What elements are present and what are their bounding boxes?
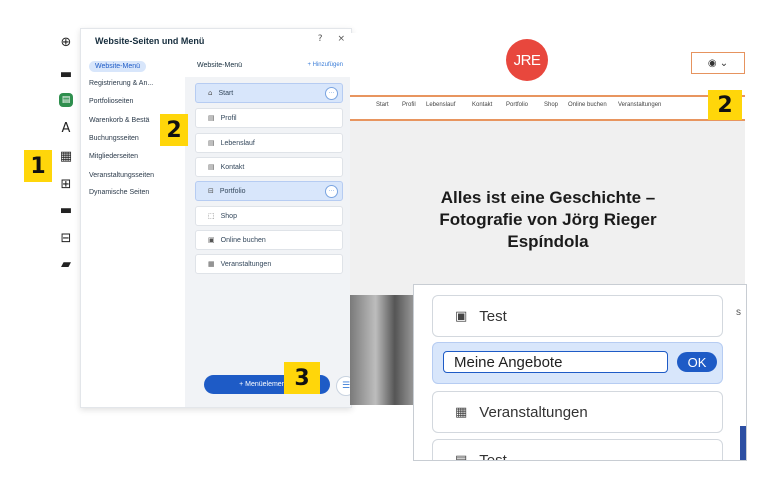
menu-item-kontakt[interactable]: ▤ Kontakt bbox=[195, 157, 343, 177]
more-options-icon[interactable]: ··· bbox=[325, 87, 338, 100]
business-icon[interactable]: ⊞ bbox=[52, 174, 80, 194]
category-dynamic[interactable]: Dynamische Seiten bbox=[89, 189, 149, 196]
nav-link[interactable]: Kontakt bbox=[472, 102, 492, 108]
menu-item-label: Lebenslauf bbox=[220, 139, 255, 147]
category-website-menu[interactable]: Website-Menü bbox=[89, 61, 147, 72]
page-icon: ▤ bbox=[208, 114, 215, 122]
category-registration[interactable]: Registrierung & An... bbox=[89, 80, 153, 87]
category-cart[interactable]: Warenkorb & Bestä bbox=[89, 117, 149, 124]
panel-header-actions: ? × bbox=[306, 34, 345, 44]
page-category-list: Website-Menü Registrierung & An... Portf… bbox=[81, 55, 185, 407]
headline-line: Espíndola bbox=[507, 232, 589, 251]
menu-item-shop[interactable]: ⬚ Shop bbox=[195, 206, 343, 226]
add-link[interactable]: + Hinzufügen bbox=[307, 62, 343, 68]
home-icon: ⌂ bbox=[208, 89, 213, 97]
headline-line: Fotografie von Jörg Rieger bbox=[439, 210, 657, 229]
site-nav: Start Profil Lebenslauf Kontakt Portfoli… bbox=[350, 95, 745, 121]
apps-icon[interactable]: ▦ bbox=[52, 146, 80, 166]
menu-item-veranstaltungen[interactable]: ▦ Veranstaltungen bbox=[195, 254, 343, 274]
bag-icon: ⬚ bbox=[208, 212, 215, 220]
menu-item-label: Test bbox=[479, 307, 507, 325]
menu-item-label: Start bbox=[218, 89, 234, 97]
step-badge-2: 2 bbox=[708, 90, 742, 120]
menu-item-label: Shop bbox=[220, 212, 237, 220]
rename-input[interactable]: Meine Angebote bbox=[443, 351, 668, 373]
page-icon: ▤ bbox=[208, 163, 215, 171]
nav-link[interactable]: Portfolio bbox=[506, 102, 528, 108]
panel-title: Website-Seiten und Menü bbox=[95, 36, 205, 46]
step-badge-3: 3 bbox=[284, 362, 320, 394]
calendar-icon: ▣ bbox=[455, 308, 468, 324]
portfolio-icon[interactable]: ▰ bbox=[52, 254, 80, 274]
menu-item-test[interactable]: ▣ Test bbox=[432, 295, 723, 337]
help-icon[interactable]: ? bbox=[318, 34, 323, 44]
category-events[interactable]: Veranstaltungsseiten bbox=[89, 172, 154, 179]
menu-item-veranstaltungen[interactable]: ▦ Veranstaltungen bbox=[432, 391, 723, 433]
menu-header-title: Website-Menü bbox=[197, 62, 243, 69]
menu-item-label: Profil bbox=[220, 114, 237, 122]
menu-item-label: Veranstaltungen bbox=[479, 403, 588, 421]
zoom-inset: ▣ Test Meine Angebote OK ▦ Veranstaltung… bbox=[413, 284, 747, 461]
menu-header: Website-Menü + Hinzufügen bbox=[185, 55, 351, 77]
editor-icon-rail: ⊕ ▬ ▤ A ▦ ⊞ ▬ ⊟ ▰ bbox=[52, 28, 80, 408]
close-icon[interactable]: × bbox=[337, 34, 345, 44]
events-icon: ▦ bbox=[208, 260, 215, 268]
headline-line: Alles ist eine Geschichte – bbox=[440, 188, 656, 207]
menu-item-portfolio[interactable]: ⊟ Portfolio ··· bbox=[195, 181, 343, 201]
design-icon[interactable]: A bbox=[52, 118, 80, 138]
edge-bar bbox=[740, 426, 746, 460]
menu-item-label: Veranstaltungen bbox=[220, 260, 272, 268]
nav-link[interactable]: Veranstaltungen bbox=[618, 102, 661, 108]
nav-link[interactable]: Profil bbox=[402, 102, 416, 108]
menu-item-lebenslauf[interactable]: ▤ Lebenslauf bbox=[195, 133, 343, 153]
nav-link[interactable]: Lebenslauf bbox=[426, 102, 455, 108]
menu-item-online-buchen[interactable]: ▣ Online buchen bbox=[195, 230, 343, 250]
ok-button[interactable]: OK bbox=[677, 352, 717, 372]
menu-item-label: Portfolio bbox=[219, 187, 246, 195]
nav-link[interactable]: Shop bbox=[544, 102, 558, 108]
page-headline: Alles ist eine Geschichte – Fotografie v… bbox=[370, 187, 726, 253]
menu-item-label: Test bbox=[479, 451, 507, 461]
category-booking[interactable]: Buchungsseiten bbox=[89, 135, 139, 142]
step-badge-2: 2 bbox=[160, 114, 188, 146]
account-icon[interactable]: ◉ ⌄ bbox=[691, 52, 745, 74]
nav-link[interactable]: Online buchen bbox=[568, 102, 607, 108]
menu-item-profil[interactable]: ▤ Profil bbox=[195, 108, 343, 128]
events-icon: ▦ bbox=[455, 404, 468, 420]
menu-item-label: Kontakt bbox=[220, 163, 245, 171]
site-logo[interactable]: JRE bbox=[506, 39, 548, 81]
step-badge-1: 1 bbox=[24, 150, 52, 182]
menu-item-cut[interactable]: ▤ Test bbox=[432, 439, 723, 461]
menu-item-label: Online buchen bbox=[220, 236, 266, 244]
calendar-icon: ▤ bbox=[455, 452, 468, 461]
table-icon[interactable]: ⊟ bbox=[52, 228, 80, 248]
menu-item-start[interactable]: ⌂ Start ··· bbox=[195, 83, 343, 103]
page-icon: ▤ bbox=[208, 139, 215, 147]
pages-icon[interactable]: ▤ bbox=[52, 90, 80, 110]
menu-icon[interactable]: ▬ bbox=[52, 64, 80, 84]
calendar-icon: ▣ bbox=[208, 236, 215, 244]
edge-letter: s bbox=[736, 307, 741, 318]
category-members[interactable]: Mitgliederseiten bbox=[89, 153, 138, 160]
category-portfolio[interactable]: Portfolioseiten bbox=[89, 98, 133, 105]
rename-row: Meine Angebote OK bbox=[432, 342, 723, 384]
more-options-icon[interactable]: ··· bbox=[325, 185, 338, 198]
blurred-photo bbox=[350, 295, 414, 405]
pages-menu-panel: Website-Seiten und Menü ? × Website-Menü… bbox=[80, 28, 352, 408]
site-header: JRE ◉ ⌄ bbox=[350, 33, 745, 95]
media-icon[interactable]: ▬ bbox=[52, 200, 80, 220]
folder-icon: ⊟ bbox=[208, 187, 214, 195]
menu-items-column: Website-Menü + Hinzufügen ⌂ Start ··· ▤ … bbox=[185, 55, 351, 407]
nav-link[interactable]: Start bbox=[376, 102, 389, 108]
add-icon[interactable]: ⊕ bbox=[52, 32, 80, 52]
